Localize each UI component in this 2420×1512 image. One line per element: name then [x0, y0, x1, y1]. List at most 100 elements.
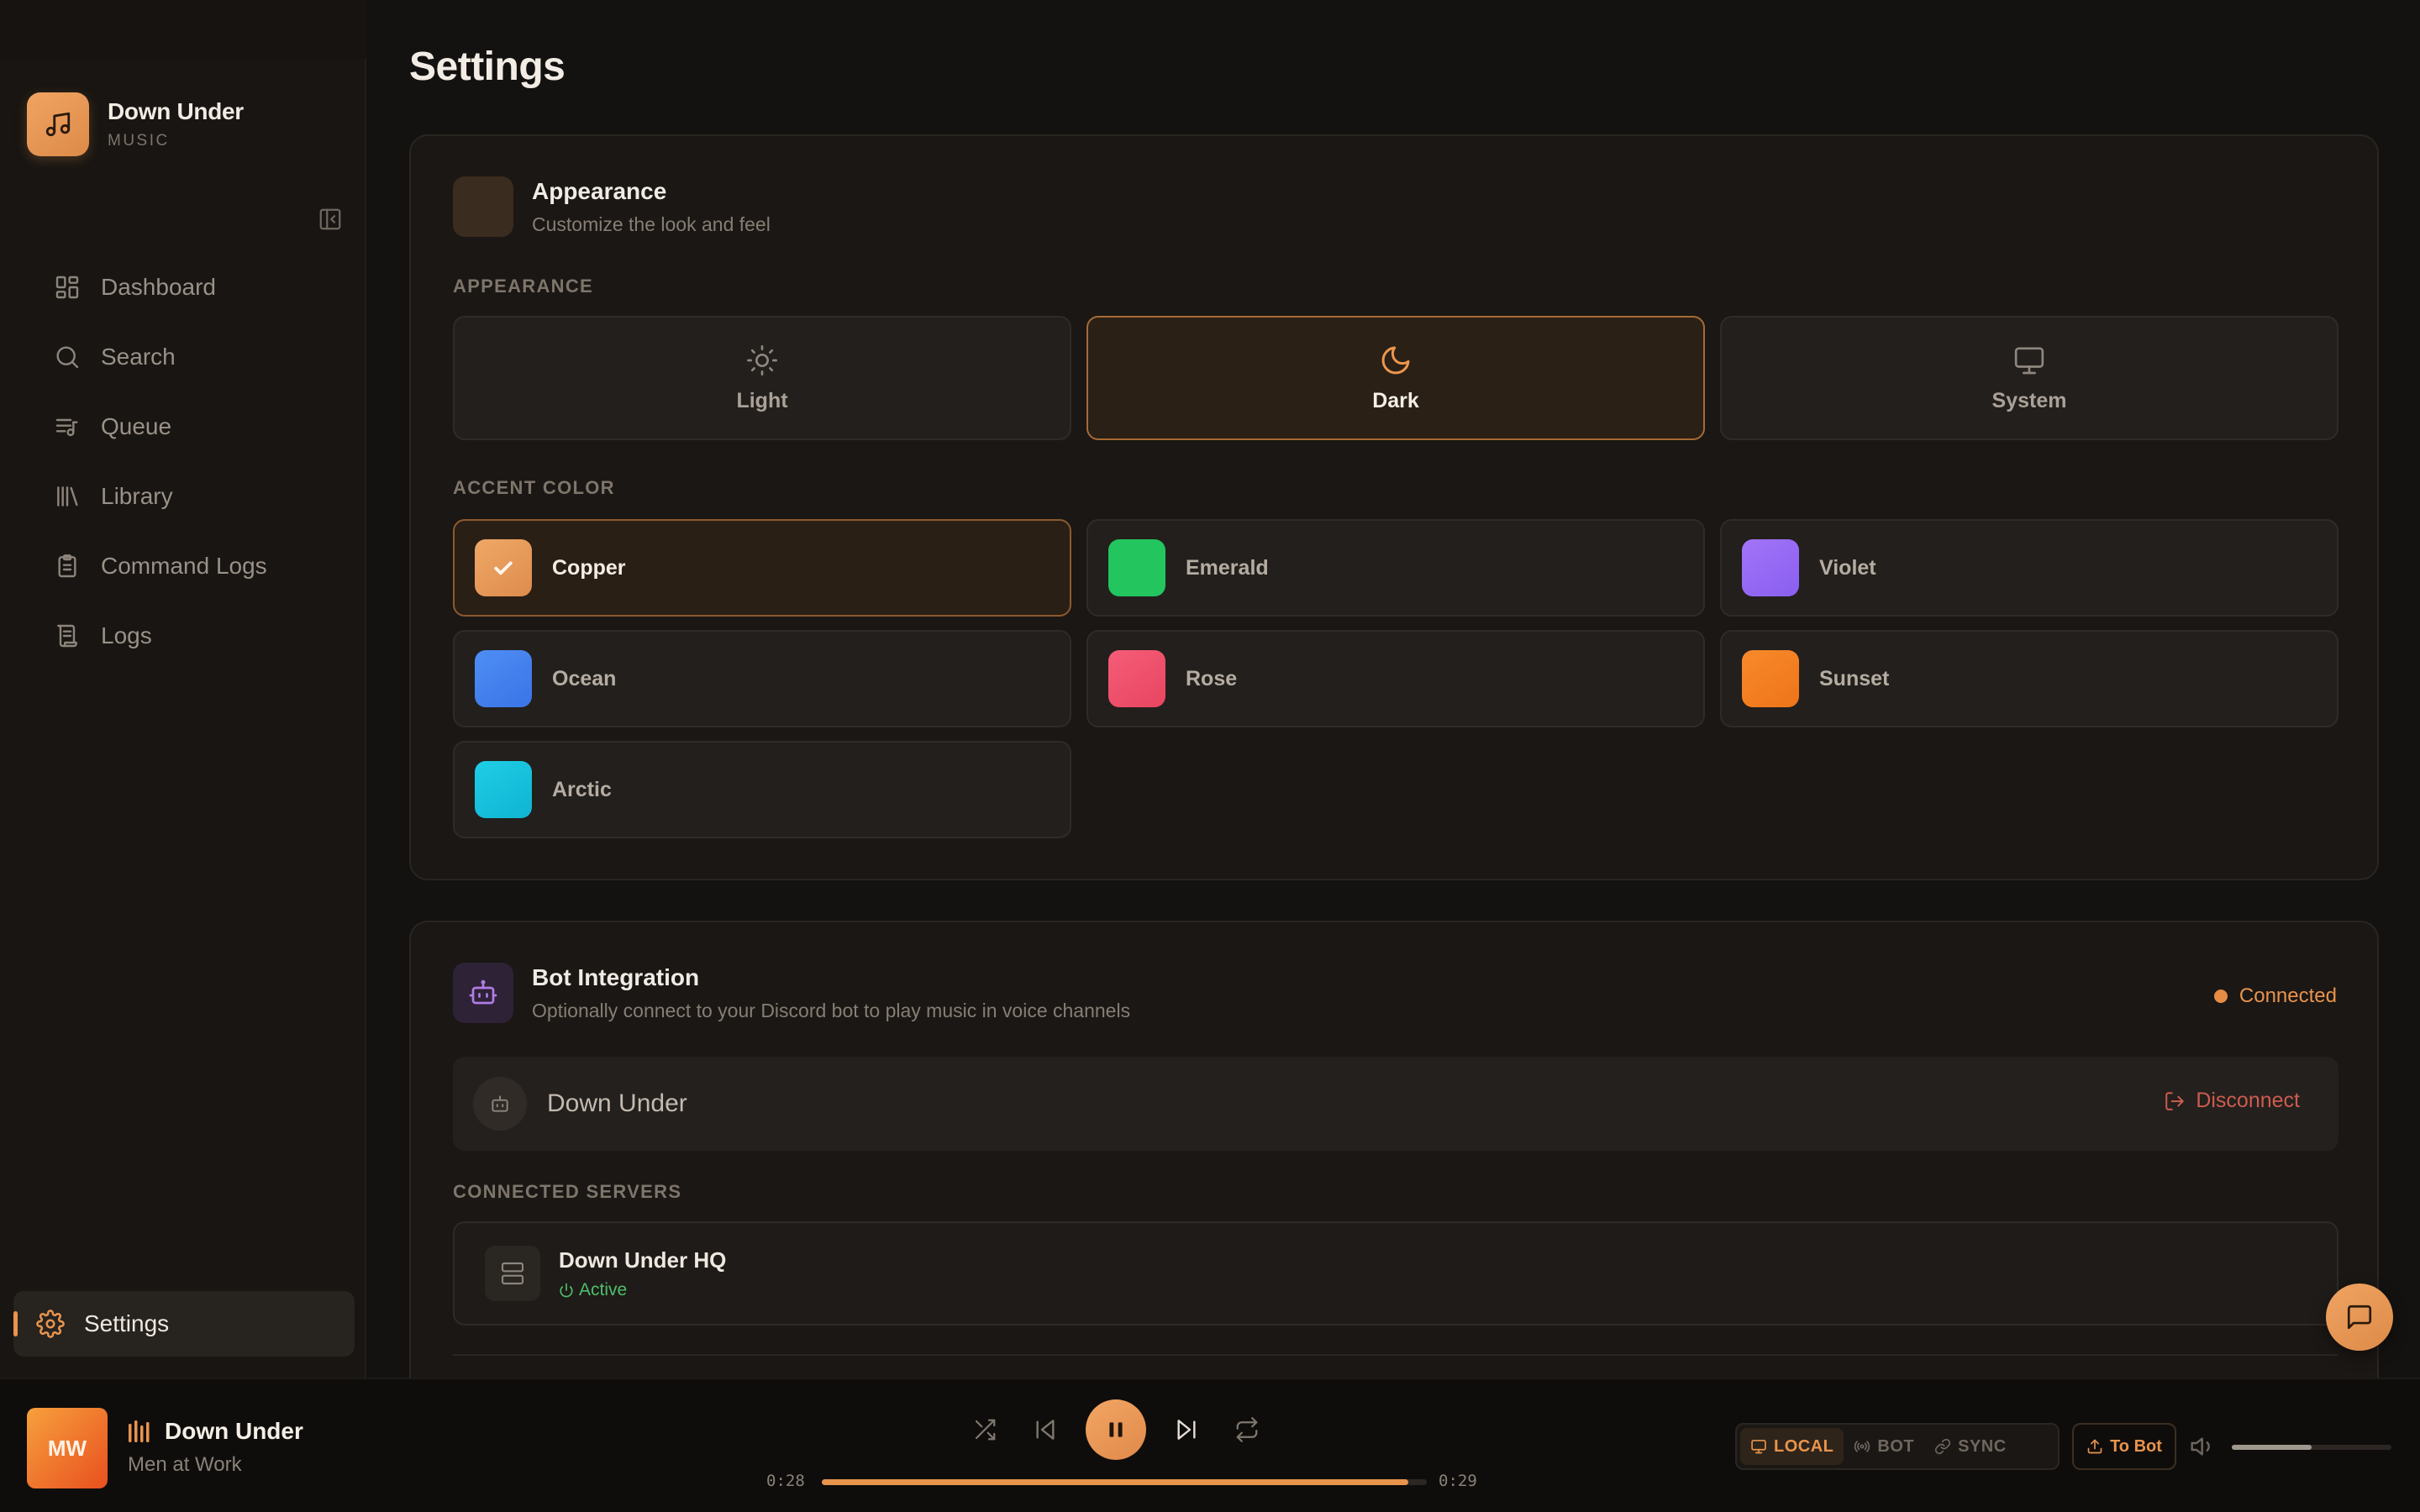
sidebar-item-label: Settings: [84, 1310, 170, 1336]
accent-name: Arctic: [552, 777, 612, 801]
accent-option-sunset[interactable]: Sunset: [1720, 630, 2338, 727]
sidebar-item-label: Command Logs: [101, 552, 267, 579]
pause-icon: [1109, 1422, 1123, 1437]
accent-option-rose[interactable]: Rose: [1086, 630, 1705, 727]
checkmark-icon: [494, 561, 513, 575]
sidebar: Down Under MUSIC Dashboard Search Queue: [0, 0, 366, 1378]
sidebar-item-queue[interactable]: Queue: [50, 391, 353, 461]
status-text: Connected: [2238, 984, 2337, 1007]
appearance-icon: [453, 176, 513, 237]
music-note-icon: [27, 92, 89, 156]
volume-icon[interactable]: [2190, 1433, 2217, 1460]
accent-color-label: ACCENT COLOR: [453, 477, 615, 498]
mode-local-button[interactable]: LOCAL: [1740, 1428, 1844, 1465]
player-bar: MW Down Under Men at Work 0:28 0:29 LOCA…: [0, 1378, 2420, 1512]
sidebar-item-settings[interactable]: Settings: [13, 1291, 355, 1357]
sidebar-nav: Dashboard Search Queue Library Command L…: [50, 252, 353, 670]
track-info: Down Under Men at Work: [128, 1418, 303, 1477]
server-list-item[interactable]: Down Under HQ Active: [453, 1221, 2338, 1326]
mode-bot-button[interactable]: BOT: [1844, 1428, 1924, 1465]
moon-icon: [1379, 344, 1413, 377]
gear-icon: [34, 1307, 67, 1341]
accent-option-emerald[interactable]: Emerald: [1086, 519, 1705, 617]
app-name: Down Under: [108, 98, 244, 124]
skip-forward-icon: [1177, 1420, 1196, 1440]
mode-sync-button[interactable]: SYNC: [1924, 1428, 2017, 1465]
chat-button[interactable]: [2326, 1284, 2393, 1351]
logout-icon: [2165, 1091, 2185, 1110]
volume-slider[interactable]: [2232, 1445, 2391, 1450]
card-description: Customize the look and feel: [532, 213, 771, 235]
accent-name: Violet: [1819, 555, 1876, 580]
repeat-icon: [1236, 1417, 1258, 1442]
connected-servers-label: CONNECTED SERVERS: [453, 1181, 682, 1202]
accent-option-arctic[interactable]: Arctic: [453, 741, 1071, 838]
sidebar-item-library[interactable]: Library: [50, 461, 353, 531]
shuffle-icon: [975, 1419, 996, 1441]
accent-swatch: [1742, 650, 1799, 707]
sidebar-item-label: Queue: [101, 412, 172, 439]
playback-mode-switch: LOCAL BOT SYNC: [1735, 1423, 2060, 1470]
sidebar-item-label: Library: [101, 482, 173, 509]
sidebar-item-label: Logs: [101, 622, 152, 648]
sidebar-item-label: Dashboard: [101, 273, 216, 300]
accent-swatch: [475, 761, 532, 818]
mode-dark-option[interactable]: Dark: [1086, 316, 1705, 440]
clipboard-icon: [50, 549, 84, 583]
pause-button[interactable]: [1086, 1399, 1146, 1460]
sidebar-item-command-logs[interactable]: Command Logs: [50, 531, 353, 601]
mode-light-option[interactable]: Light: [453, 316, 1071, 440]
next-button[interactable]: [1168, 1411, 1205, 1448]
library-icon: [50, 480, 84, 513]
sidebar-item-search[interactable]: Search: [50, 322, 353, 391]
mode-label: BOT: [1877, 1436, 1915, 1456]
to-bot-button[interactable]: To Bot: [2072, 1423, 2176, 1470]
previous-button[interactable]: [1027, 1411, 1064, 1448]
server-icon: [485, 1246, 540, 1301]
bot-icon: [453, 963, 513, 1023]
bot-avatar: [473, 1077, 527, 1131]
status-dot: [2213, 990, 2228, 1003]
queue-icon: [50, 410, 84, 444]
dashboard-icon: [50, 270, 84, 304]
brand[interactable]: Down Under MUSIC: [27, 92, 244, 156]
to-bot-label: To Bot: [2110, 1436, 2162, 1456]
card-description: Optionally connect to your Discord bot t…: [532, 999, 1131, 1021]
server-status-text: Active: [579, 1279, 628, 1299]
accent-option-ocean[interactable]: Ocean: [453, 630, 1071, 727]
page-title: Settings: [409, 45, 566, 89]
mode-system-option[interactable]: System: [1720, 316, 2338, 440]
bot-name: Down Under: [547, 1089, 687, 1117]
accent-option-violet[interactable]: Violet: [1720, 519, 2338, 617]
repeat-button[interactable]: [1228, 1411, 1265, 1448]
disconnect-button[interactable]: Disconnect: [2164, 1089, 2300, 1113]
card-title: Appearance: [532, 177, 667, 204]
appearance-card: Appearance Customize the look and feel A…: [409, 134, 2379, 880]
sidebar-item-dashboard[interactable]: Dashboard: [50, 252, 353, 322]
progress-bar[interactable]: [822, 1479, 1427, 1485]
monitor-icon: [1751, 1440, 1766, 1454]
shuffle-button[interactable]: [966, 1411, 1003, 1448]
sidebar-item-label: Search: [101, 343, 176, 370]
collapse-sidebar-icon[interactable]: [318, 207, 343, 232]
sidebar-item-logs[interactable]: Logs: [50, 601, 353, 670]
track-title: Down Under: [165, 1418, 303, 1444]
skip-back-icon: [1036, 1420, 1055, 1440]
disconnect-label: Disconnect: [2196, 1089, 2300, 1112]
monitor-icon: [2012, 344, 2046, 377]
active-indicator: [13, 1311, 18, 1336]
accent-name: Rose: [1186, 666, 1238, 690]
app-subtitle: MUSIC: [108, 132, 170, 150]
accent-swatch: [1108, 539, 1165, 596]
total-time: 0:29: [1439, 1472, 1477, 1490]
album-art: MW: [27, 1408, 108, 1488]
progress-fill: [822, 1479, 1409, 1485]
current-time: 0:28: [766, 1472, 805, 1490]
scroll-icon: [50, 619, 84, 653]
accent-option-copper[interactable]: Copper: [453, 519, 1071, 617]
chat-icon: [2347, 1305, 2372, 1330]
volume-fill: [2232, 1445, 2312, 1450]
server-name: Down Under HQ: [559, 1247, 727, 1273]
accent-swatch: [475, 539, 532, 596]
mode-label: SYNC: [1958, 1436, 2007, 1456]
